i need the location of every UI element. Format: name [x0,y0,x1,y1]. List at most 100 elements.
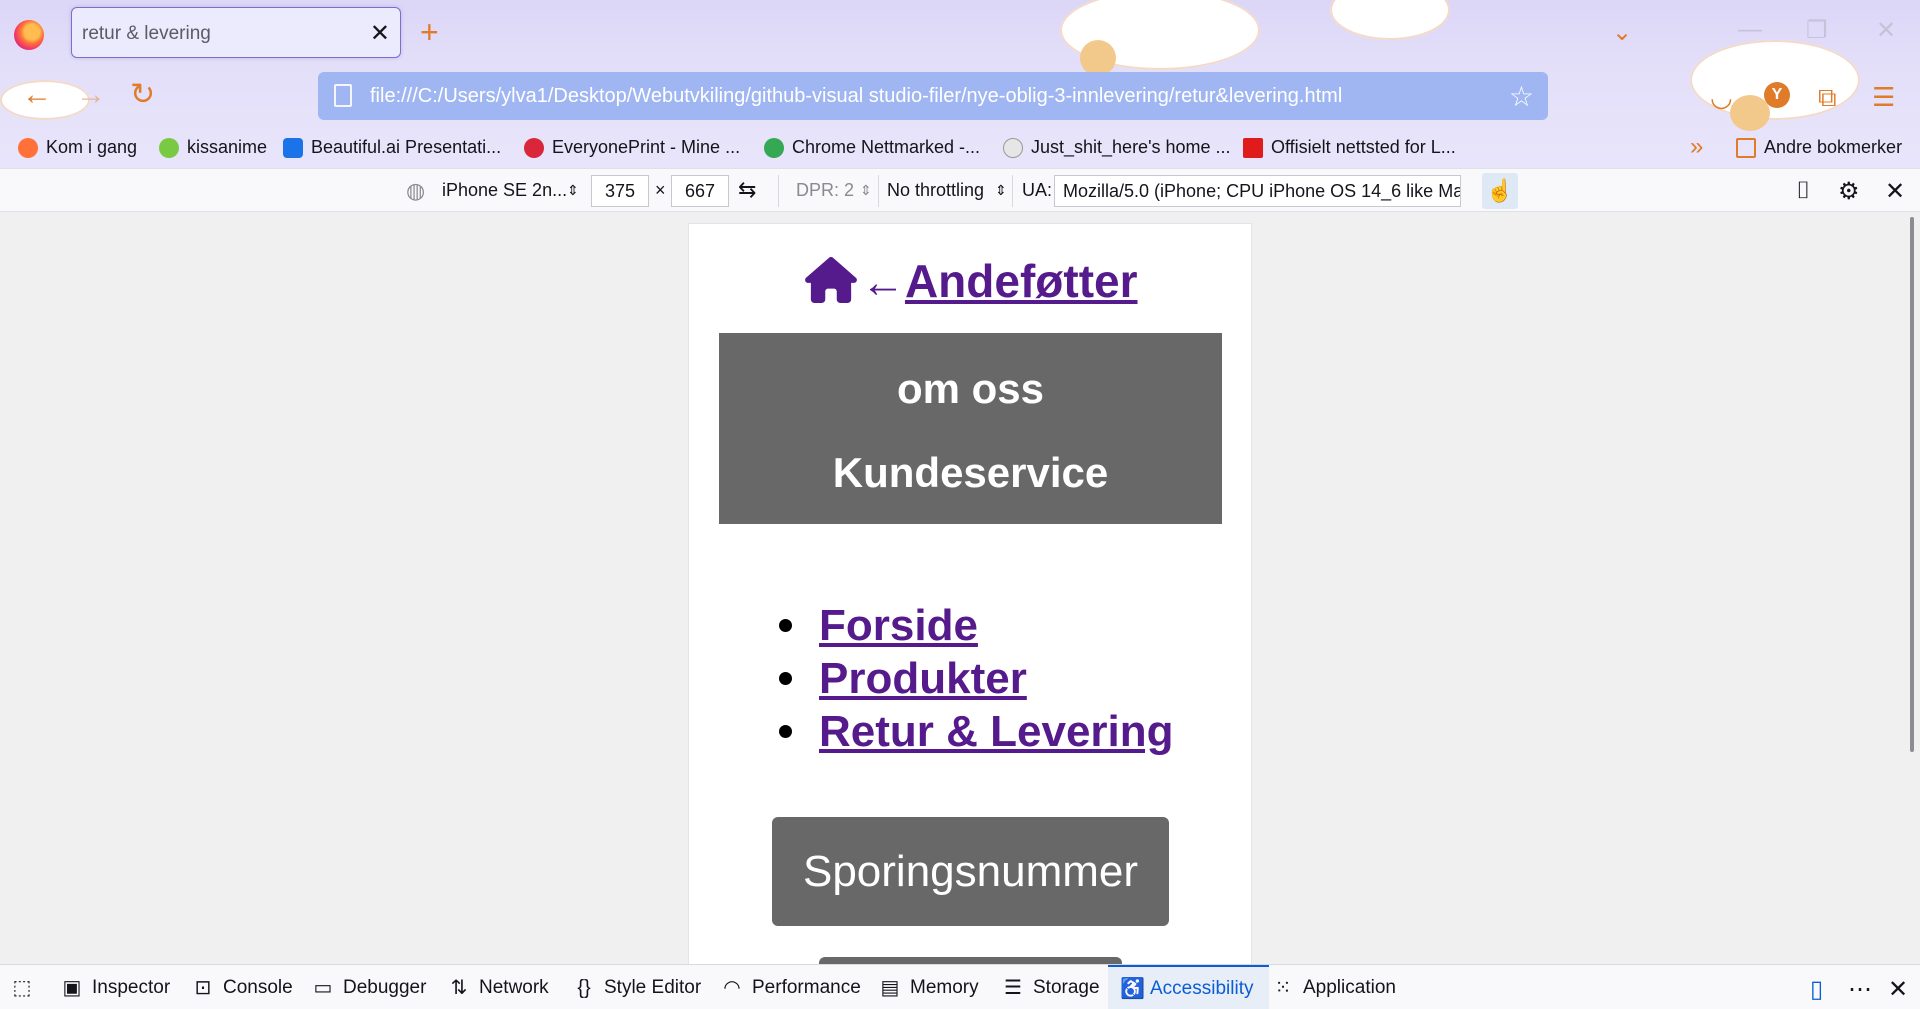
bookmark-favicon-icon [159,137,179,158]
list-item: Forside [779,599,1174,652]
bookmark-item[interactable]: Kom i gang [18,137,137,158]
memory-icon: ▤ [880,976,900,999]
tab-performance[interactable]: ◠ Performance [722,965,861,1009]
performance-icon: ◠ [723,976,741,999]
more-options-icon[interactable]: ⋯ [1848,975,1872,1004]
bookmark-item[interactable]: Offisielt nettsted for L... [1243,137,1456,158]
close-tab-icon[interactable]: ✕ [370,19,390,48]
site-nav-list: Forside Produkter Retur & Levering [779,599,1174,758]
url-bar[interactable]: file:///C:/Users/ylva1/Desktop/Webutvkil… [318,72,1548,120]
new-tab-button[interactable]: + [420,16,439,48]
network-icon: ⇅ [450,976,468,999]
back-arrow-icon[interactable]: ← [22,80,52,110]
forward-arrow-icon[interactable]: → [76,80,106,110]
viewport-area: ←Andeføtter om oss Kundeservice Forside … [0,213,1920,964]
console-icon: ⊡ [194,976,212,999]
dock-side-icon[interactable]: ▯ [1810,975,1823,1004]
other-bookmarks[interactable]: Andre bokmerker [1736,137,1902,158]
throttling-selector[interactable]: No throttling [887,180,984,201]
bookmark-favicon-icon [283,137,303,158]
menu-icon[interactable]: ☰ [1872,82,1895,113]
star-icon[interactable]: ☆ [1509,80,1534,113]
page-icon [334,84,352,107]
nav-link-forside[interactable]: Forside [819,601,978,651]
bookmark-item[interactable]: Beautiful.ai Presentati... [283,137,501,158]
device-selector[interactable]: iPhone SE 2n... [442,180,567,201]
storage-icon: ☰ [1004,976,1022,999]
responsive-design-toolbar: ◍ iPhone SE 2n... ⇕ 375 × 667 ⇆ DPR: 2 ⇕… [0,168,1920,212]
bookmark-item[interactable]: Chrome Nettmarked -... [764,137,980,158]
divider [1012,175,1013,207]
viewport-height-input[interactable]: 667 [671,175,729,207]
tab-label: Memory [910,976,979,998]
tab-active[interactable]: retur & levering ✕ [71,7,401,58]
close-window-icon[interactable]: ✕ [1876,16,1896,45]
bookmark-item[interactable]: kissanime [159,137,267,158]
customer-service-heading: Kundeservice [832,449,1109,496]
nav-bar: ← → ↻ file:///C:/Users/ylva1/Desktop/Web… [0,66,1920,130]
tab-label: Accessibility [1150,977,1254,999]
next-button[interactable] [819,957,1122,964]
tab-network[interactable]: ⇅ Network [449,965,549,1009]
application-grid-icon: ⁙ [1274,976,1292,999]
tab-style-editor[interactable]: {} Style Editor [574,965,701,1009]
rotate-icon[interactable]: ⇆ [738,177,756,203]
tab-console[interactable]: ⊡ Console [193,965,293,1009]
chevron-updown-icon[interactable]: ⇕ [995,182,1007,199]
nav-link-retur-levering[interactable]: Retur & Levering [819,707,1174,757]
info-box: om oss Kundeservice [719,333,1222,524]
back-arrow[interactable]: ← [861,258,905,307]
bookmark-favicon-icon [764,137,784,158]
extensions-icon[interactable]: ⧉ [1818,82,1837,114]
nav-link-produkter[interactable]: Produkter [819,654,1027,704]
browser-chrome: retur & levering ✕ + ⌄ — ❐ ✕ ← → ↻ file:… [0,0,1920,168]
tab-debugger[interactable]: ▭ Debugger [313,965,427,1009]
close-devtools-icon[interactable]: ✕ [1888,975,1908,1004]
url-text[interactable]: file:///C:/Users/ylva1/Desktop/Webutvkil… [370,85,1342,108]
chevron-updown-icon[interactable]: ⇕ [567,182,579,199]
firefox-icon[interactable] [14,20,44,50]
tab-application[interactable]: ⁙ Application [1273,965,1396,1009]
scrollbar[interactable] [1910,217,1914,752]
touch-simulation-icon[interactable]: ☝ [1482,173,1518,209]
times-label: × [655,180,666,200]
screenshot-icon[interactable]: ⌷ [1796,177,1810,205]
restore-icon[interactable]: ❐ [1806,16,1828,45]
dpr-selector[interactable]: DPR: 2 [796,180,854,201]
bookmark-label: kissanime [187,137,268,157]
tab-storage[interactable]: ☰ Storage [1003,965,1100,1009]
settings-gear-icon[interactable]: ⚙ [1838,177,1860,206]
tab-memory[interactable]: ▤ Memory [880,965,979,1009]
bookmark-item[interactable]: Just_shit_here's home ... [1003,137,1231,158]
pick-element-icon[interactable]: ⬚ [12,965,42,1009]
site-header: ←Andeføtter [689,254,1253,308]
bookmark-favicon-icon [1003,137,1023,158]
bookmark-label: Kom i gang [46,137,138,157]
bookmarks-overflow-icon[interactable]: » [1690,133,1703,161]
tracking-number-button[interactable]: Sporingsnummer [772,817,1169,926]
viewport-width-input[interactable]: 375 [591,175,649,207]
list-item: Produkter [779,652,1174,705]
bookmark-item[interactable]: EveryonePrint - Mine ... [524,137,740,158]
chevron-down-icon[interactable]: ⌄ [1612,18,1632,47]
folder-icon [1736,137,1756,158]
tab-label: Application [1303,976,1396,998]
home-icon[interactable] [804,257,857,303]
devtools-toolbar: ⬚ ▣ Inspector ⊡ Console ▭ Debugger ⇅ Network… [0,964,1920,1009]
bookmark-favicon-icon [18,137,38,158]
braces-icon: {} [577,976,591,999]
bookmark-label: EveryonePrint - Mine ... [552,137,741,157]
brand-link[interactable]: Andeføtter [905,255,1138,307]
pocket-icon[interactable]: ◡ [1710,82,1733,113]
device-viewport: ←Andeføtter om oss Kundeservice Forside … [688,223,1252,964]
reload-icon[interactable]: ↻ [130,80,155,110]
minimize-icon[interactable]: — [1738,16,1762,44]
chevron-updown-icon[interactable]: ⇕ [860,182,872,199]
tab-inspector[interactable]: ▣ Inspector [62,965,171,1009]
bookmarks-bar: Kom i gang kissanime Beautiful.ai Presen… [0,130,1920,166]
tab-bar: retur & levering ✕ + ⌄ — ❐ ✕ [0,0,1920,66]
close-rdm-icon[interactable]: ✕ [1885,177,1905,206]
account-avatar[interactable]: Y [1764,82,1790,108]
tab-accessibility[interactable]: ♿ Accessibility [1108,965,1270,1009]
user-agent-input[interactable]: Mozilla/5.0 (iPhone; CPU iPhone OS 14_6 … [1054,175,1461,207]
